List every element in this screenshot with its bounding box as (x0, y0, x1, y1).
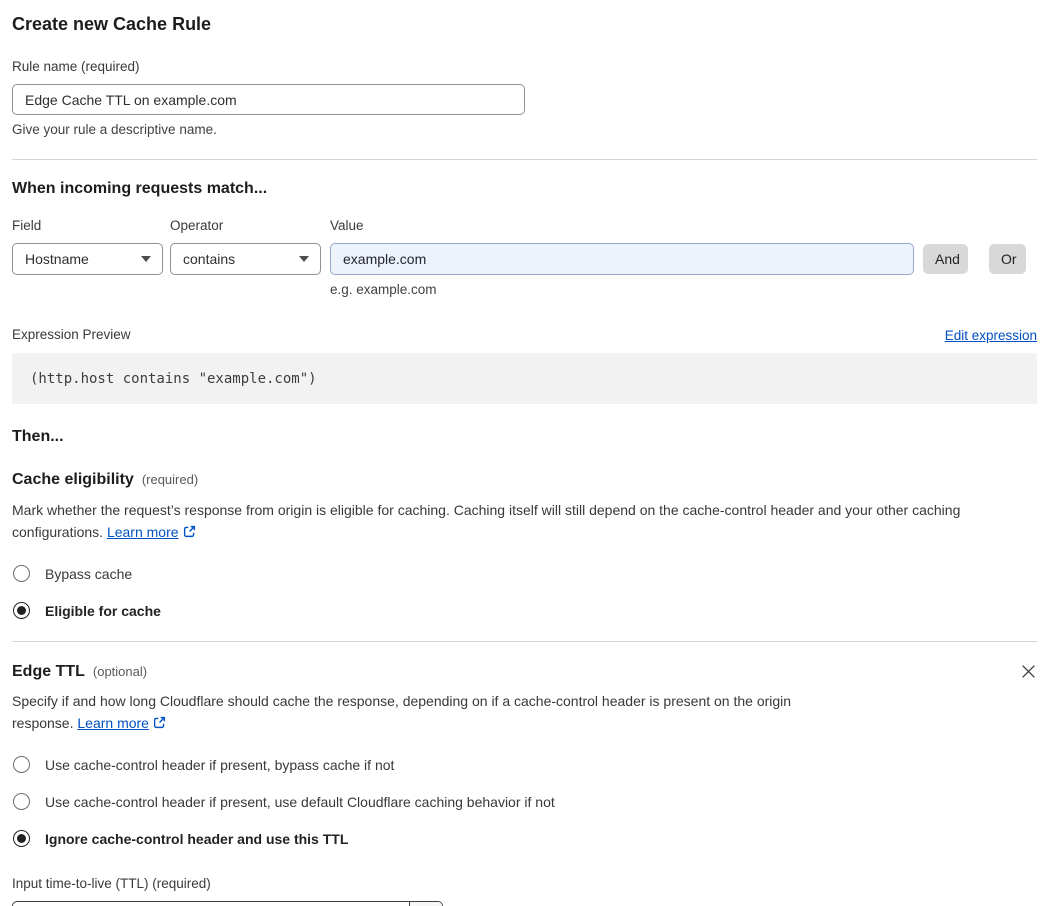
create-cache-rule-form: Create new Cache Rule Rule name (require… (0, 14, 1058, 906)
radio-row-eligible-for-cache: Eligible for cache (12, 602, 1037, 619)
expression-preview-box: (http.host contains "example.com") (12, 353, 1037, 404)
ttl-combobox[interactable]: 1 day (12, 901, 443, 906)
cache-eligibility-header: Cache eligibility (required) (12, 470, 1037, 489)
field-label: Field (12, 218, 42, 233)
radio-use-header-bypass[interactable] (13, 756, 30, 773)
external-link-icon (153, 714, 166, 736)
radio-label-ignore-header-use-ttl[interactable]: Ignore cache-control header and use this… (45, 831, 348, 847)
radio-label-use-header-default[interactable]: Use cache-control header if present, use… (45, 794, 555, 810)
radio-dot (17, 606, 26, 615)
condition-labels: Field Operator Value (12, 218, 1037, 234)
edge-ttl-qualifier: (optional) (92, 664, 148, 679)
radio-label-use-header-bypass[interactable]: Use cache-control header if present, byp… (45, 757, 394, 773)
rule-name-input[interactable] (12, 84, 525, 115)
or-button[interactable]: Or (989, 244, 1026, 274)
edge-ttl-title: Edge TTL (12, 663, 85, 680)
chevron-down-icon (141, 256, 151, 262)
value-help: e.g. example.com (330, 282, 437, 297)
edge-ttl-header: Edge TTL (optional) (12, 662, 1037, 681)
edge-ttl-description: Specify if and how long Cloudflare shoul… (12, 691, 844, 735)
operator-select[interactable]: contains (170, 243, 321, 275)
rule-name-help: Give your rule a descriptive name. (12, 122, 217, 137)
external-link-icon (183, 523, 196, 545)
divider (12, 159, 1037, 160)
cache-eligibility-description: Mark whether the request’s response from… (12, 500, 1025, 544)
chevron-down-icon (299, 256, 309, 262)
radio-eligible-for-cache[interactable] (13, 602, 30, 619)
edit-expression-link[interactable]: Edit expression (945, 328, 1037, 343)
field-select-value: Hostname (25, 251, 89, 267)
radio-label-bypass-cache[interactable]: Bypass cache (45, 566, 132, 582)
radio-row-ignore-header-use-ttl: Ignore cache-control header and use this… (12, 830, 1037, 847)
close-icon[interactable] (1020, 663, 1037, 680)
cache-eligibility-qualifier: (required) (141, 472, 199, 487)
divider (12, 641, 1037, 642)
radio-row-bypass-cache: Bypass cache (12, 565, 1037, 582)
edge-ttl-learn-more-link[interactable]: Learn more (77, 715, 149, 731)
page-title: Create new Cache Rule (12, 14, 212, 34)
cache-eligibility-learn-more-link[interactable]: Learn more (107, 524, 179, 540)
field-select[interactable]: Hostname (12, 243, 163, 275)
operator-select-value: contains (183, 251, 236, 267)
expression-code: (http.host contains "example.com") (30, 370, 317, 387)
match-section-heading: When incoming requests match... (12, 180, 268, 197)
cache-eligibility-title: Cache eligibility (12, 471, 134, 488)
radio-bypass-cache[interactable] (13, 565, 30, 582)
radio-dot (17, 834, 26, 843)
expression-preview-label: Expression Preview (12, 327, 131, 342)
radio-row-use-header-bypass: Use cache-control header if present, byp… (12, 756, 1037, 773)
expression-preview-header: Expression Preview Edit expression (12, 327, 1037, 343)
rule-name-label: Rule name (required) (12, 59, 140, 74)
radio-label-eligible-for-cache[interactable]: Eligible for cache (45, 603, 161, 619)
then-heading: Then... (12, 428, 64, 445)
value-input[interactable] (330, 243, 914, 275)
ttl-combobox-value[interactable]: 1 day (13, 902, 409, 906)
radio-row-use-header-default: Use cache-control header if present, use… (12, 793, 1037, 810)
and-button[interactable]: And (923, 244, 968, 274)
condition-row: Hostname contains And Or (12, 243, 1037, 275)
radio-ignore-header-use-ttl[interactable] (13, 830, 30, 847)
value-label: Value (330, 218, 364, 233)
operator-label: Operator (170, 218, 224, 233)
ttl-combobox-dropdown-button[interactable] (409, 902, 442, 906)
radio-use-header-default[interactable] (13, 793, 30, 810)
ttl-label: Input time-to-live (TTL) (required) (12, 876, 211, 891)
